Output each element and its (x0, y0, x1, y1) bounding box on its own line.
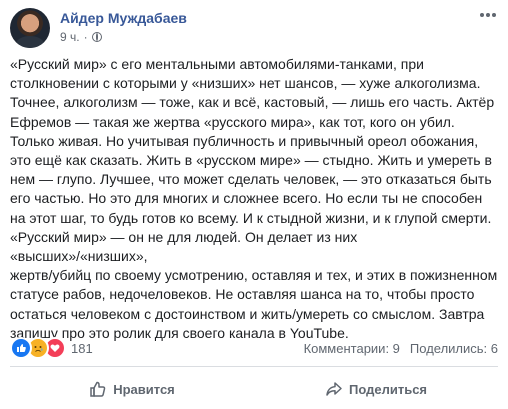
reaction-count[interactable]: 181 (71, 341, 93, 356)
ellipsis-icon[interactable] (478, 8, 498, 24)
post-actions: Нравится Поделиться (10, 372, 498, 406)
globe-icon[interactable] (91, 32, 102, 42)
share-button-label: Поделиться (348, 381, 428, 397)
meta-separator: · (83, 30, 88, 44)
share-arrow-icon (325, 380, 343, 398)
share-button[interactable]: Поделиться (254, 372, 498, 406)
facebook-post: Айдер Муждабаев 9 ч. · «Русский мир» с е… (0, 0, 508, 409)
post-text: «Русский мир» с его ментальными автомоби… (10, 56, 498, 341)
engagement-counts: Комментарии: 9 Поделились: 6 (304, 341, 498, 356)
post-meta: 9 ч. · (60, 30, 102, 44)
shares-count[interactable]: Поделились: 6 (410, 341, 498, 356)
divider (10, 366, 498, 367)
reactions-summary[interactable]: 181 (10, 337, 93, 359)
avatar[interactable] (10, 8, 50, 48)
author-name[interactable]: Айдер Муждабаев (60, 10, 187, 26)
post-time[interactable]: 9 ч. (60, 30, 80, 44)
thumbs-up-icon (89, 380, 107, 398)
like-button[interactable]: Нравится (10, 372, 254, 406)
like-button-label: Нравится (113, 381, 175, 397)
post-header: Айдер Муждабаев 9 ч. · (10, 8, 498, 52)
like-reaction-icon (10, 337, 32, 359)
comments-count[interactable]: Комментарии: 9 (304, 341, 400, 356)
